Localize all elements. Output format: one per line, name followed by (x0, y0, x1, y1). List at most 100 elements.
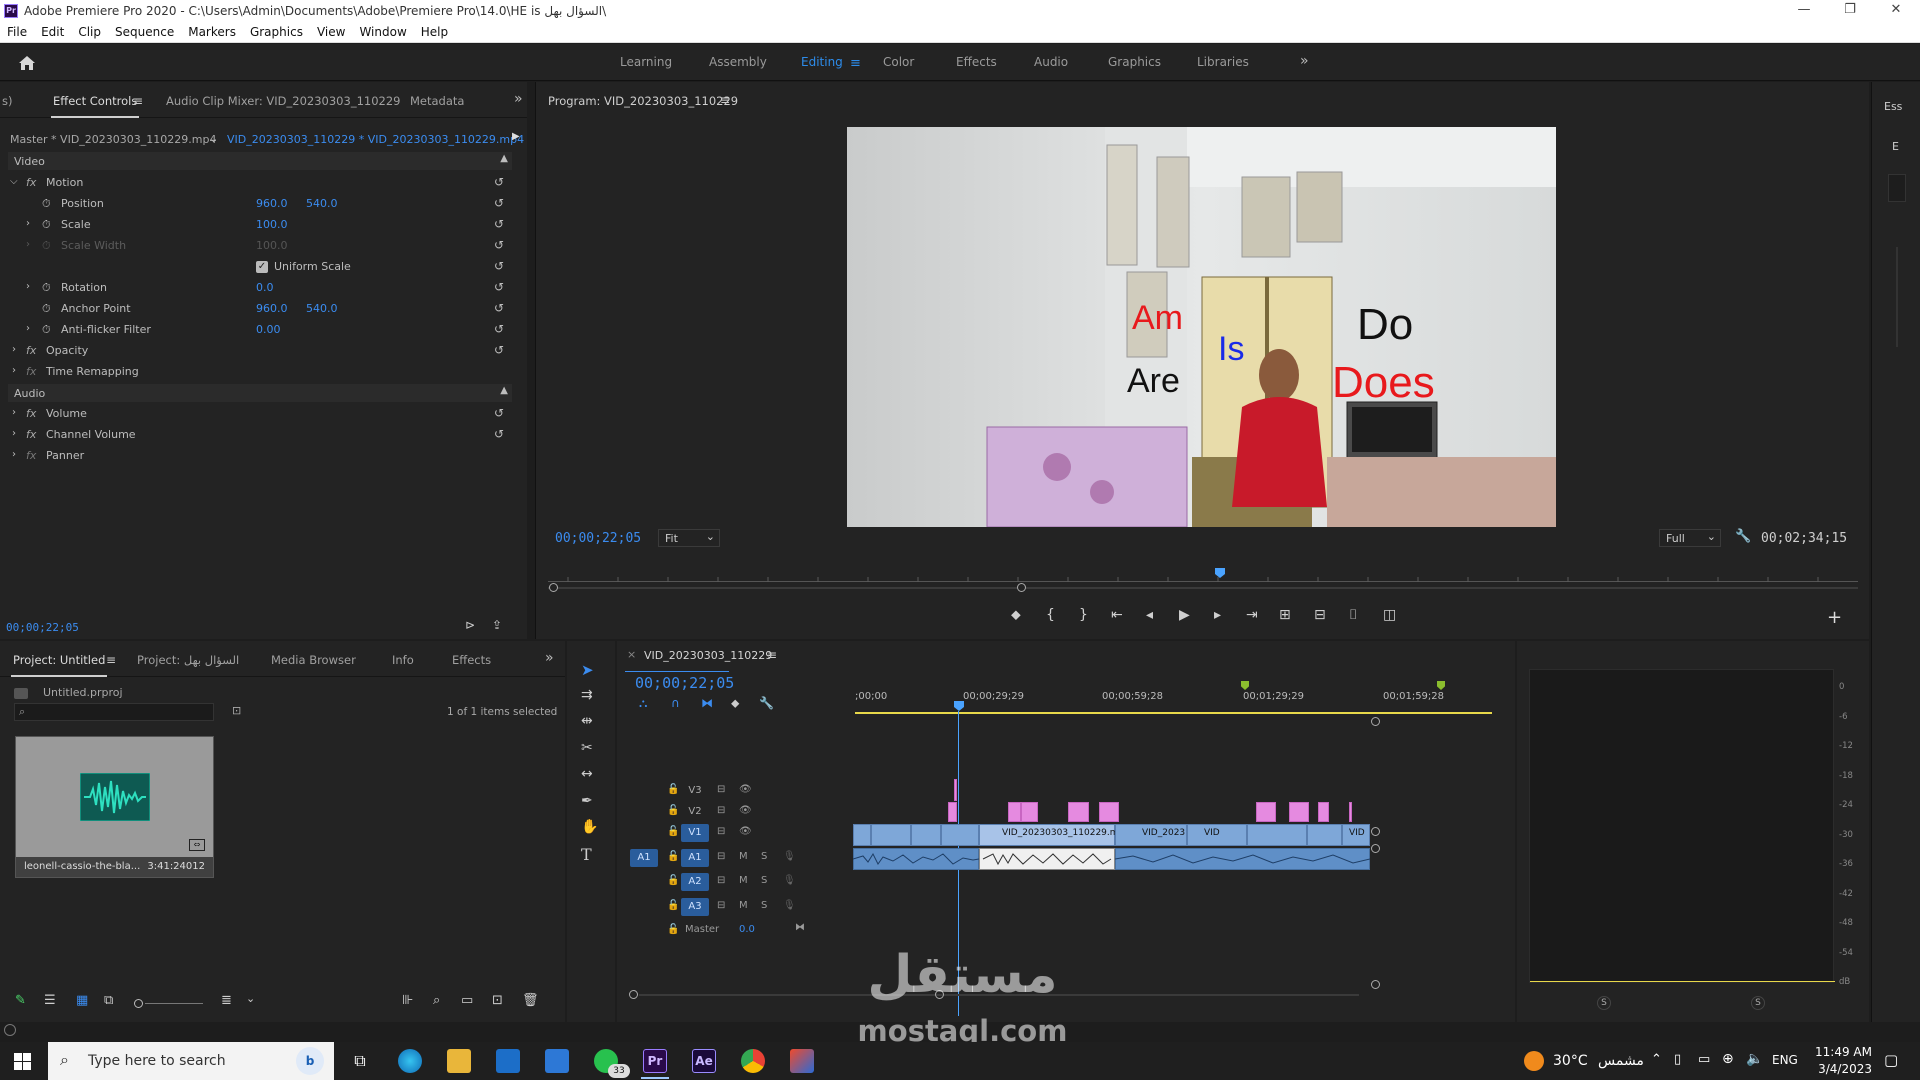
workspace-editing[interactable]: Editing (801, 55, 843, 69)
hand-tool-icon[interactable]: ✋ (581, 819, 598, 835)
chevron-right-icon[interactable]: › (12, 365, 16, 376)
tab-effects[interactable]: Effects (452, 653, 491, 667)
collapse-icon[interactable]: ▲ (500, 385, 508, 396)
icon-view-icon[interactable]: ▦ (76, 993, 88, 1008)
rotation-value[interactable]: 0.0 (256, 281, 274, 294)
menu-help[interactable]: Help (414, 23, 455, 39)
effect-panner-row[interactable]: › fx Panner (4, 445, 516, 466)
panel-menu-icon[interactable]: ≡ (106, 653, 116, 667)
sort-icon[interactable]: ≣ (221, 993, 232, 1008)
sync-icon[interactable]: ⊟ (717, 805, 725, 816)
windows-start-icon[interactable] (14, 1053, 31, 1070)
menu-edit[interactable]: Edit (34, 23, 71, 39)
mute-icon[interactable]: M (739, 851, 748, 862)
minimize-button[interactable]: — (1784, 2, 1824, 22)
workspace-assembly[interactable]: Assembly (709, 55, 767, 69)
target-clip-label[interactable]: VID_20230303_110229 * VID_20230303_11022… (227, 133, 524, 146)
clip-v1[interactable] (1247, 824, 1307, 846)
solo-right-button[interactable]: S (1751, 996, 1765, 1010)
comparison-view-icon[interactable]: ◫ (1383, 607, 1396, 623)
tab-audio-clip-mixer[interactable]: Audio Clip Mixer: VID_20230303_110229 (166, 94, 400, 108)
zoom-handle-left[interactable] (549, 583, 558, 592)
chevron-right-icon[interactable]: › (12, 407, 16, 418)
chevron-right-icon[interactable]: › (26, 281, 30, 292)
menu-clip[interactable]: Clip (71, 23, 108, 39)
effect-channel-volume-row[interactable]: › fx Channel Volume ↺ (4, 424, 516, 445)
sync-icon[interactable]: ⊟ (717, 826, 725, 837)
after-effects-icon[interactable]: Ae (692, 1049, 716, 1073)
globe-icon[interactable]: ⊕ (1722, 1051, 1734, 1067)
home-icon[interactable] (16, 52, 38, 74)
eye-icon[interactable]: 👁 (739, 784, 752, 795)
snap-icon[interactable]: ∩ (671, 696, 680, 710)
vscroll-handle[interactable] (1371, 980, 1380, 989)
project-item[interactable]: ⇔ leonell-cassio-the-bla... 3:41:24012 (15, 736, 214, 878)
chevron-right-icon[interactable]: › (26, 218, 30, 229)
chevron-up-icon[interactable]: ⌃ (1651, 1052, 1662, 1067)
camera-icon[interactable]: ⌷ (1349, 607, 1357, 623)
chevron-right-icon[interactable]: › (12, 428, 16, 439)
program-title[interactable]: Program: VID_20230303_110229 (548, 94, 738, 108)
clip-v2[interactable] (948, 802, 957, 822)
menu-file[interactable]: File (0, 23, 34, 39)
list-view-icon[interactable]: ☰ (44, 993, 56, 1008)
reset-icon[interactable]: ↺ (494, 175, 508, 189)
automate-icon[interactable]: ⊪ (402, 993, 413, 1008)
fx-icon[interactable]: fx (26, 428, 36, 441)
workspace-graphics[interactable]: Graphics (1108, 55, 1161, 69)
clip-v1[interactable] (871, 824, 911, 846)
effect-volume-row[interactable]: › fx Volume ↺ (4, 403, 516, 424)
premiere-icon[interactable]: Pr (643, 1049, 667, 1073)
add-button-icon[interactable]: + (1827, 607, 1842, 628)
find-icon[interactable]: ⌕ (433, 993, 440, 1008)
clip-v1[interactable]: VID (1187, 824, 1247, 846)
stopwatch-icon[interactable]: ⏱ (42, 302, 51, 316)
source-clip-label[interactable]: Master * VID_20230303_110229.mp4 (10, 133, 216, 146)
track-a1[interactable] (853, 848, 1370, 870)
sync-icon[interactable]: ⊟ (717, 851, 725, 862)
razor-tool-icon[interactable]: ✂ (581, 740, 593, 756)
go-to-out-icon[interactable]: ⇥ (1246, 607, 1258, 623)
panel-menu-icon[interactable]: ≡ (133, 94, 143, 108)
maximize-button[interactable]: ❐ (1830, 2, 1870, 22)
track-label-a2[interactable]: A2 (681, 873, 709, 891)
position-y-value[interactable]: 540.0 (306, 197, 338, 210)
chevron-down-icon[interactable]: ⌵ (10, 176, 18, 187)
clip-v1[interactable] (911, 824, 941, 846)
reset-icon[interactable]: ↺ (494, 322, 508, 336)
master-value[interactable]: 0.0 (739, 924, 755, 935)
clock-date[interactable]: 3/4/2023 (1812, 1062, 1872, 1076)
clip-v1-main[interactable]: VID_20230303_110229.mp4 [V] (979, 824, 1146, 846)
weather-sun-icon[interactable] (1524, 1051, 1544, 1071)
collapse-icon[interactable]: ▲ (500, 153, 508, 164)
menu-view[interactable]: View (310, 23, 352, 39)
linked-selection-icon[interactable]: ⧓ (701, 696, 713, 710)
lift-icon[interactable]: ⊞ (1279, 607, 1291, 623)
chevron-right-icon[interactable]: › (12, 449, 16, 460)
store-icon[interactable] (496, 1049, 520, 1073)
tab-sources[interactable]: s) (2, 94, 12, 108)
trash-icon[interactable]: 🗑 (522, 993, 539, 1008)
chevron-down-icon[interactable]: ⌄ (246, 992, 255, 1005)
extract-icon[interactable]: ⊟ (1314, 607, 1326, 623)
clip-v3[interactable] (954, 779, 957, 801)
microphone-icon[interactable]: 🎙 (783, 875, 796, 886)
zoom-handle-right[interactable] (1017, 583, 1026, 592)
clip-v2[interactable] (1318, 802, 1329, 822)
time-ruler[interactable] (548, 568, 1858, 582)
menu-graphics[interactable]: Graphics (243, 23, 310, 39)
track-label-a3[interactable]: A3 (681, 898, 709, 916)
chrome-icon[interactable] (741, 1049, 765, 1073)
language-indicator[interactable]: ENG (1772, 1053, 1798, 1067)
stopwatch-icon[interactable]: ⏱ (42, 281, 51, 295)
zoom-scrollbar[interactable] (548, 587, 1858, 589)
slip-tool-icon[interactable]: ↔ (581, 766, 593, 782)
clock-time[interactable]: 11:49 AM (1812, 1045, 1872, 1059)
fit-dropdown[interactable]: Fit ⌄ (658, 529, 720, 547)
close-button[interactable]: ✕ (1876, 2, 1916, 22)
essentials-tab[interactable]: Ess (1884, 100, 1902, 113)
type-tool-icon[interactable]: T (581, 845, 592, 864)
reset-icon[interactable]: ↺ (494, 217, 508, 231)
workspace-color[interactable]: Color (883, 55, 914, 69)
speaker-icon[interactable]: 🔈 (1746, 1051, 1763, 1067)
